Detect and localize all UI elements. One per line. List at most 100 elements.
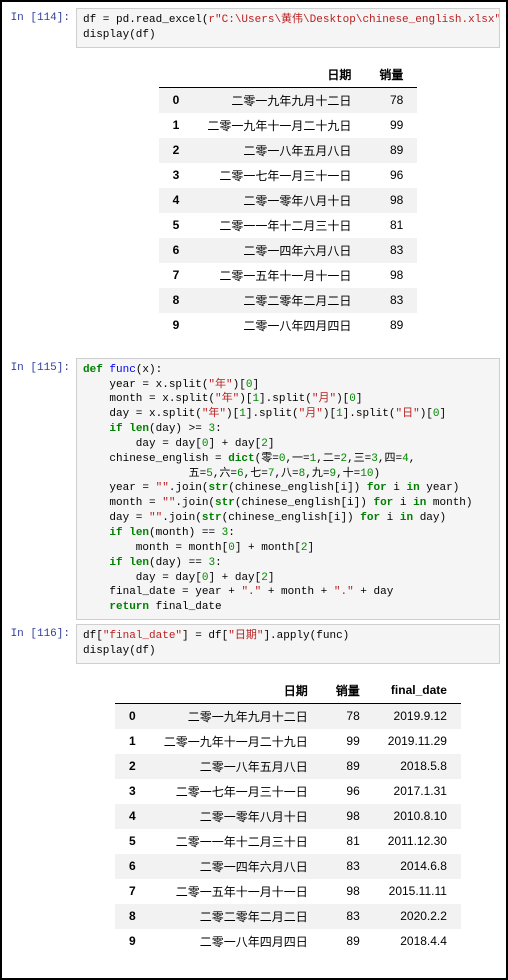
code-text: ].split( bbox=[259, 393, 312, 405]
code-input-115[interactable]: def func(x): year = x.split("年")[0] mont… bbox=[76, 358, 500, 620]
output-114: 日期 销量 0二零一九年九月十二日78 1二零一九年十一月二十九日99 2二零一… bbox=[76, 52, 500, 354]
cell-date: 二零一八年五月八日 bbox=[150, 754, 322, 779]
code-text: 10 bbox=[360, 468, 373, 480]
row-index: 3 bbox=[159, 163, 194, 188]
code-text: in bbox=[413, 497, 426, 509]
table-row: 1二零一九年十一月二十九日99 bbox=[159, 113, 418, 138]
table-row: 4二零一零年八月十日98 bbox=[159, 188, 418, 213]
code-text: for bbox=[373, 497, 393, 509]
code-text: str bbox=[202, 512, 222, 524]
cell-date: 二零一四年六月八日 bbox=[150, 854, 322, 879]
cell-final-date: 2017.1.31 bbox=[374, 779, 461, 804]
code-text: )[ bbox=[233, 379, 246, 391]
prompt-in-114: In [114]: bbox=[8, 8, 76, 24]
table-row: 6二零一四年六月八日83 bbox=[159, 238, 418, 263]
code-text: ] bbox=[356, 393, 363, 405]
cell-115-input: In [115]: def func(x): year = x.split("年… bbox=[2, 356, 506, 622]
cell-date: 二零一七年一月三十一日 bbox=[150, 779, 322, 804]
cell-final-date: 2011.12.30 bbox=[374, 829, 461, 854]
row-index: 6 bbox=[159, 238, 194, 263]
table-row: 2二零一八年五月八日89 bbox=[159, 138, 418, 163]
table-header-val: 销量 bbox=[365, 62, 417, 88]
code-input-114[interactable]: df = pd.read_excel(r"C:\Users\黄伟\Desktop… bbox=[76, 8, 500, 48]
code-text: "" bbox=[156, 482, 169, 494]
code-text: day = day[ bbox=[83, 572, 202, 584]
code-text: len bbox=[129, 527, 149, 539]
cell-val: 89 bbox=[322, 754, 374, 779]
code-text: ] bbox=[252, 379, 259, 391]
code-text: display(df) bbox=[83, 645, 156, 657]
code-text: day = x.split( bbox=[83, 408, 202, 420]
code-text: 1 bbox=[239, 408, 246, 420]
code-text: )[ bbox=[323, 408, 336, 420]
code-text: func bbox=[109, 364, 135, 376]
row-index: 1 bbox=[115, 729, 150, 754]
cell-date: 二零一九年十一月二十九日 bbox=[150, 729, 322, 754]
cell-val: 99 bbox=[365, 113, 417, 138]
cell-val: 98 bbox=[365, 188, 417, 213]
cell-final-date: 2019.11.29 bbox=[374, 729, 461, 754]
code-text: : bbox=[228, 527, 235, 539]
table-row: 3二零一七年一月三十一日962017.1.31 bbox=[115, 779, 461, 804]
code-text: .join( bbox=[175, 497, 215, 509]
code-text: "." bbox=[334, 586, 354, 598]
code-text: df[ bbox=[83, 630, 103, 642]
code-text: final_date = year + bbox=[83, 586, 241, 598]
cell-val: 83 bbox=[365, 288, 417, 313]
code-text: )[ bbox=[420, 408, 433, 420]
table-header-row: 日期 销量 bbox=[159, 62, 418, 88]
code-text: day = day[ bbox=[83, 438, 202, 450]
table-row: 7二零一五年十一月十一日982015.11.11 bbox=[115, 879, 461, 904]
code-text: ] + day[ bbox=[208, 438, 261, 450]
code-input-116[interactable]: df["final_date"] = df["日期"].apply(func) … bbox=[76, 624, 500, 664]
code-text: , bbox=[409, 453, 416, 465]
code-text: (chinese_english[i]) bbox=[222, 512, 361, 524]
row-index: 4 bbox=[115, 804, 150, 829]
cell-final-date: 2010.8.10 bbox=[374, 804, 461, 829]
cell-date: 二零二零年二月二日 bbox=[193, 288, 365, 313]
code-text: : bbox=[215, 423, 222, 435]
prompt-empty bbox=[8, 52, 76, 56]
cell-val: 99 bbox=[322, 729, 374, 754]
cell-final-date: 2018.5.8 bbox=[374, 754, 461, 779]
table-header-index bbox=[159, 62, 194, 88]
code-text: ] bbox=[268, 438, 275, 450]
code-text bbox=[83, 527, 109, 539]
code-text: month = x.split( bbox=[83, 393, 215, 405]
code-text: 5 bbox=[206, 468, 213, 480]
cell-date: 二零一五年十一月十一日 bbox=[150, 879, 322, 904]
code-text: ] bbox=[268, 572, 275, 584]
code-text: ].split( bbox=[246, 408, 299, 420]
table-row: 9二零一八年四月四日892018.4.4 bbox=[115, 929, 461, 954]
code-text: ) bbox=[373, 468, 380, 480]
cell-val: 96 bbox=[322, 779, 374, 804]
code-text: "年" bbox=[215, 393, 239, 405]
row-index: 5 bbox=[115, 829, 150, 854]
code-text: final_date bbox=[149, 601, 222, 613]
code-text: ] + month[ bbox=[235, 542, 301, 554]
table-row: 8二零二零年二月二日83 bbox=[159, 288, 418, 313]
cell-114-output: 日期 销量 0二零一九年九月十二日78 1二零一九年十一月二十九日99 2二零一… bbox=[2, 50, 506, 356]
code-text: ,四= bbox=[378, 453, 402, 465]
code-text: def bbox=[83, 364, 103, 376]
code-text: ,七= bbox=[244, 468, 268, 480]
code-text: dict bbox=[228, 453, 254, 465]
code-text: 五= bbox=[83, 468, 206, 480]
code-text: "." bbox=[241, 586, 261, 598]
cell-val: 78 bbox=[322, 703, 374, 729]
code-text: "年" bbox=[208, 379, 232, 391]
code-text: 3 bbox=[371, 453, 378, 465]
table-row: 0二零一九年九月十二日78 bbox=[159, 87, 418, 113]
code-text: df = pd.read_excel( bbox=[83, 14, 208, 26]
cell-date: 二零一九年九月十二日 bbox=[150, 703, 322, 729]
table-header-date: 日期 bbox=[193, 62, 365, 88]
code-text: ,十= bbox=[336, 468, 360, 480]
code-text: + month + bbox=[261, 586, 334, 598]
table-row: 3二零一七年一月三十一日96 bbox=[159, 163, 418, 188]
code-text: year = bbox=[83, 482, 156, 494]
cell-final-date: 2020.2.2 bbox=[374, 904, 461, 929]
code-text: for bbox=[360, 512, 380, 524]
code-text: ] bbox=[307, 542, 314, 554]
code-text: i bbox=[380, 512, 400, 524]
cell-final-date: 2014.6.8 bbox=[374, 854, 461, 879]
